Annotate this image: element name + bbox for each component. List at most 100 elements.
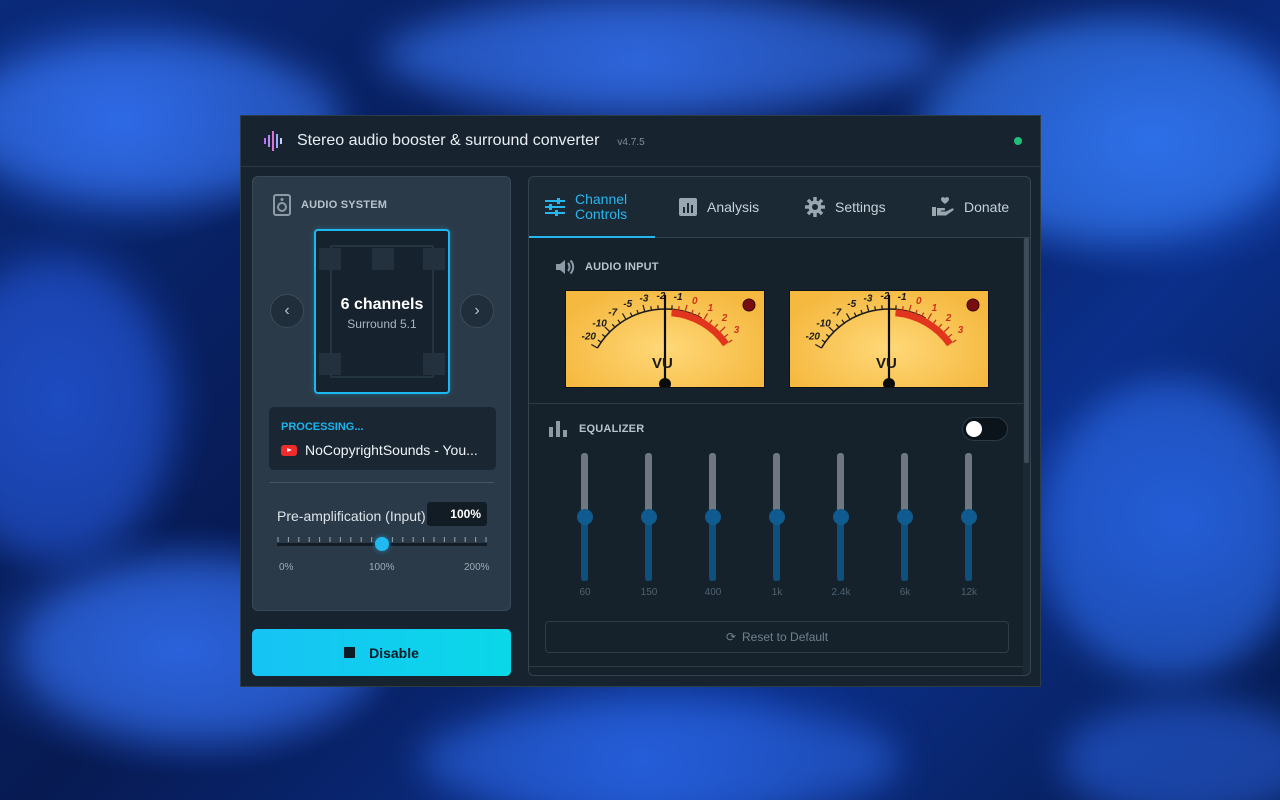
channel-mode: Surround 5.1 — [347, 317, 417, 331]
eq-band-handle[interactable] — [897, 509, 913, 525]
vu-scale-label: -10 — [592, 318, 607, 329]
scrollbar[interactable] — [1024, 238, 1029, 463]
chevron-right-icon: › — [474, 302, 480, 319]
divider — [529, 403, 1023, 404]
tab-settings[interactable]: Settings — [805, 177, 886, 237]
vu-meter-left-dial: -20-10-7-5 -3 -2 -1 0123 — [582, 291, 756, 387]
audio-system-panel: AUDIO SYSTEM ‹ 6 channels Surround 5.1 ›… — [252, 176, 511, 611]
vu-needle-pivot — [883, 378, 895, 387]
vu-scale-label: -3 — [864, 293, 873, 304]
app-version: v4.7.5 — [617, 136, 645, 148]
eq-band-12k[interactable]: 12k — [959, 453, 979, 603]
sliders-icon — [545, 198, 565, 216]
eq-band-60[interactable]: 60 — [575, 453, 595, 603]
gear-icon — [805, 197, 825, 217]
eq-band-freq: 150 — [640, 587, 658, 598]
divider — [269, 482, 494, 483]
eq-band-freq: 2.4k — [831, 587, 851, 598]
volume-icon — [556, 259, 575, 275]
vu-scale-label: 0 — [692, 296, 698, 307]
stop-icon — [344, 647, 356, 658]
prev-channel-button[interactable]: ‹ — [270, 294, 304, 328]
channel-controls-content: AUDIO INPUT -20 -10 -7 -5 -3 -2 -1 0 1 2 3 VU -20-… — [529, 238, 1023, 675]
equalizer-heading: EQUALIZER — [549, 421, 644, 437]
vu-scale-label: -20 — [582, 332, 597, 343]
youtube-icon — [281, 444, 297, 456]
preamp-slider[interactable] — [277, 537, 487, 551]
eq-band-handle[interactable] — [833, 509, 849, 525]
status-indicator — [1014, 137, 1022, 145]
eq-band-6k[interactable]: 6k — [895, 453, 915, 603]
divider — [529, 666, 1023, 667]
vu-scale-label: 1 — [708, 303, 714, 314]
eq-band-handle[interactable] — [961, 509, 977, 525]
equalizer-toggle[interactable] — [962, 417, 1008, 441]
vu-scale-label: 2 — [945, 313, 952, 324]
vu-scale-label: 0 — [916, 296, 922, 307]
vu-scale-label: 1 — [932, 303, 938, 314]
vu-scale-label: 3 — [734, 325, 740, 336]
peak-led-icon — [966, 298, 980, 312]
next-channel-button[interactable]: › — [460, 294, 494, 328]
vu-meter-left: -20 -10 -7 -5 -3 -2 -1 0 1 2 3 VU — [565, 290, 765, 388]
channel-config-display[interactable]: 6 channels Surround 5.1 — [314, 229, 450, 394]
equalizer-bars-icon — [549, 421, 567, 437]
preamp-slider-handle[interactable] — [375, 537, 389, 551]
eq-band-400[interactable]: 400 — [703, 453, 723, 603]
refresh-icon: ⟳ — [725, 630, 736, 644]
processing-card: PROCESSING... NoCopyrightSounds - You... — [269, 407, 496, 470]
vu-scale-label: -3 — [640, 293, 649, 304]
tab-bar: Channel Controls Analysis Settings Donat… — [529, 177, 1030, 238]
vu-scale-label: -7 — [832, 307, 841, 318]
vu-label-right: VU — [876, 355, 897, 372]
eq-band-handle[interactable] — [705, 509, 721, 525]
vu-scale-label: -20 — [806, 332, 821, 343]
preamp-scale-max: 200% — [464, 562, 490, 573]
preamp-value-input[interactable]: 100% — [427, 502, 487, 526]
vu-meter-right-dial: -20-10-7-5 -3 -2 -1 0123 — [806, 291, 980, 387]
eq-band-handle[interactable] — [577, 509, 593, 525]
eq-band-1k[interactable]: 1k — [767, 453, 787, 603]
eq-band-freq: 12k — [960, 587, 978, 598]
vu-scale-label: -1 — [898, 292, 907, 303]
tab-channel-controls[interactable]: Channel Controls — [529, 177, 655, 238]
title-bar: Stereo audio booster & surround converte… — [241, 116, 1040, 167]
processing-label: PROCESSING... — [281, 421, 364, 433]
eq-band-freq: 1k — [771, 587, 783, 598]
preamp-scale-min: 0% — [279, 562, 294, 573]
vu-needle-pivot — [659, 378, 671, 387]
preamp-scale-mid: 100% — [369, 562, 395, 573]
eq-band-150[interactable]: 150 — [639, 453, 659, 603]
vu-scale-label: -1 — [674, 292, 683, 303]
eq-band-freq: 6k — [899, 587, 911, 598]
speaker-icon — [273, 194, 291, 216]
vu-scale-label: -10 — [816, 318, 831, 329]
vu-scale-label: -7 — [608, 307, 617, 318]
tab-analysis[interactable]: Analysis — [679, 177, 759, 237]
vu-label-left: VU — [652, 355, 673, 372]
peak-led-icon — [742, 298, 756, 312]
chart-icon — [679, 198, 697, 216]
waveform-logo-icon — [264, 131, 282, 151]
donate-hand-icon — [932, 197, 954, 216]
eq-band-handle[interactable] — [769, 509, 785, 525]
audio-input-heading: AUDIO INPUT — [555, 258, 659, 276]
controls-panel: Channel Controls Analysis Settings Donat… — [528, 176, 1031, 676]
app-window: Stereo audio booster & surround converte… — [240, 115, 1041, 687]
tab-donate[interactable]: Donate — [932, 177, 1009, 237]
disable-button[interactable]: Disable — [252, 629, 511, 676]
reset-to-default-button[interactable]: ⟳ Reset to Default — [545, 621, 1009, 653]
chevron-left-icon: ‹ — [284, 302, 290, 319]
preamp-label: Pre-amplification (Input) — [277, 508, 426, 524]
eq-band-freq: 60 — [579, 587, 591, 598]
channel-count: 6 channels — [340, 296, 424, 313]
vu-scale-label: 3 — [958, 325, 964, 336]
vu-meter-right: -20 -10 -7 -5 -3 -2 -1 0 1 2 3 VU — [789, 290, 989, 388]
eq-band-freq: 400 — [704, 587, 722, 598]
vu-scale-label: 2 — [721, 313, 728, 324]
eq-band-handle[interactable] — [641, 509, 657, 525]
app-title: Stereo audio booster & surround converte… — [297, 132, 600, 149]
track-title: NoCopyrightSounds - You... — [305, 442, 478, 458]
audio-system-heading: AUDIO SYSTEM — [273, 194, 387, 216]
eq-band-2.4k[interactable]: 2.4k — [831, 453, 851, 603]
